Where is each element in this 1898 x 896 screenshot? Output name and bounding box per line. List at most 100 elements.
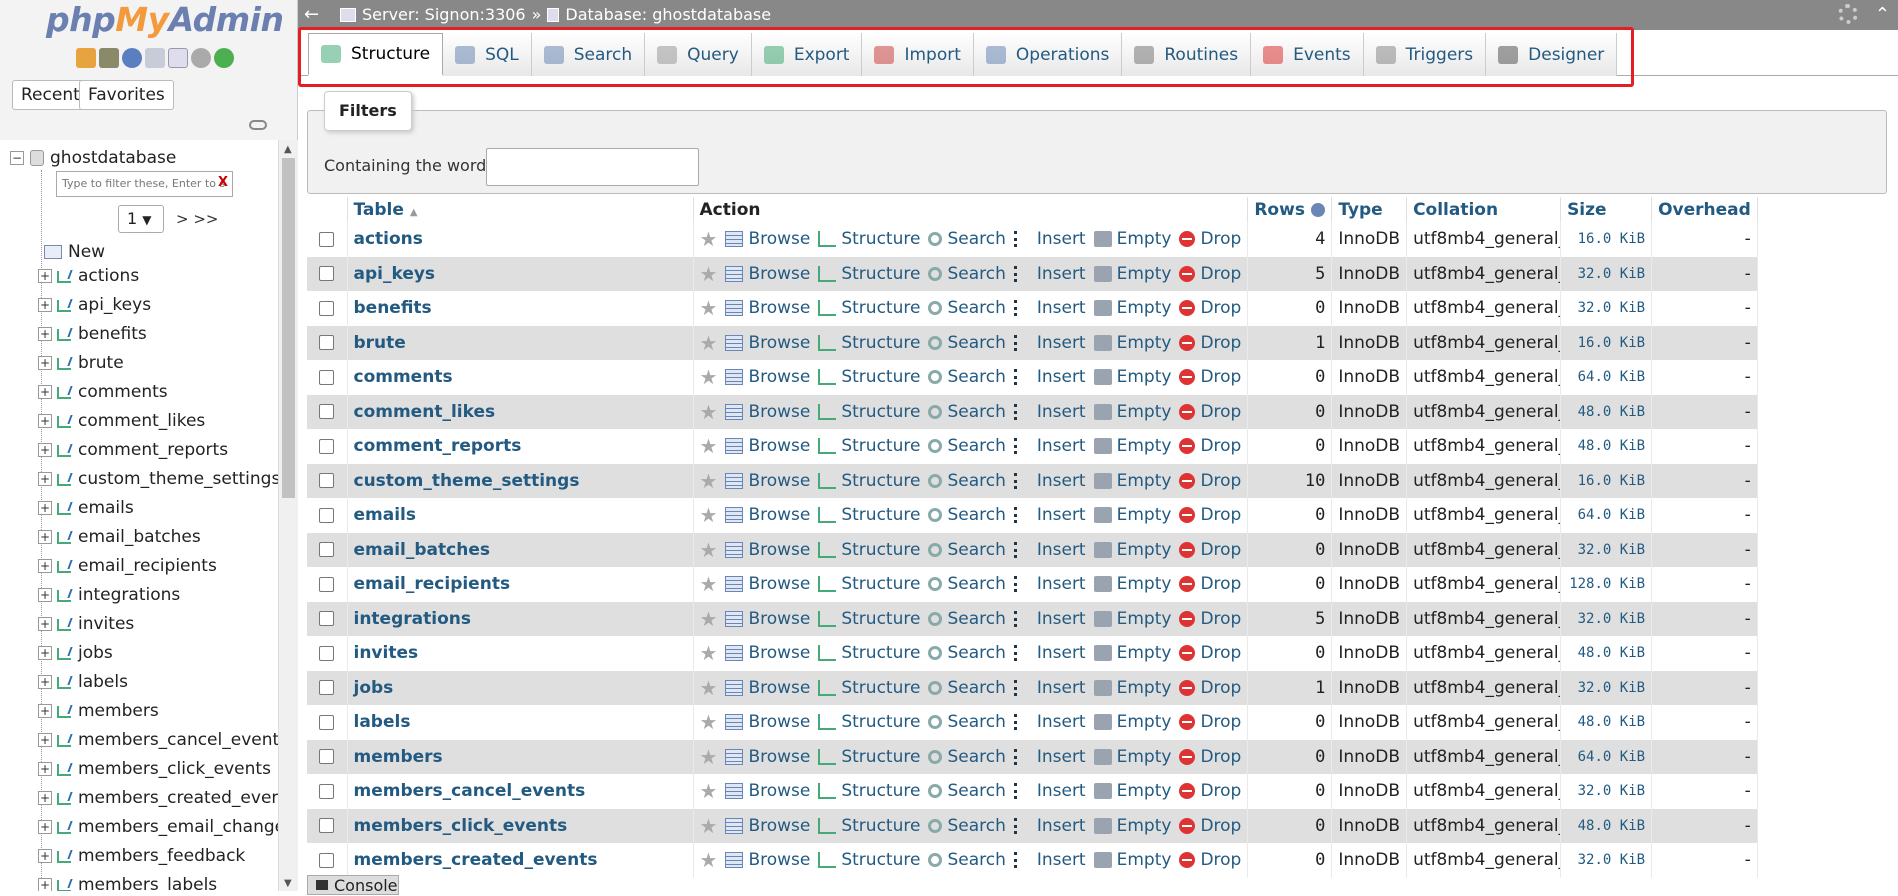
tree-table-item[interactable]: + brute: [38, 351, 124, 375]
table-name-link[interactable]: invites: [347, 636, 694, 671]
tree-table-name[interactable]: comment_reports: [78, 440, 228, 460]
tree-table-name[interactable]: api_keys: [78, 295, 151, 315]
table-row[interactable]: jobs ★ Browse Structure Search Insert Empty Dro…: [307, 670, 1758, 705]
reload-icon[interactable]: [214, 48, 234, 68]
settings-gear-icon[interactable]: [1838, 4, 1858, 24]
table-row[interactable]: brute ★ Browse Structure Search Insert Empty Dr…: [307, 325, 1758, 360]
favorite-star-icon[interactable]: ★: [700, 572, 718, 596]
action-empty-link[interactable]: Empty: [1093, 747, 1171, 767]
action-structure-link[interactable]: Structure: [818, 229, 920, 249]
action-insert-link[interactable]: Insert: [1013, 367, 1086, 387]
action-structure-link[interactable]: Structure: [818, 712, 920, 732]
action-structure-link[interactable]: Structure: [818, 643, 920, 663]
action-structure-link[interactable]: Structure: [818, 781, 920, 801]
expand-icon[interactable]: +: [38, 878, 52, 891]
tree-table-item[interactable]: + labels: [38, 670, 128, 694]
tab-routines[interactable]: Routines: [1122, 33, 1252, 76]
breadcrumb-database[interactable]: Database: ghostdatabase: [565, 0, 771, 30]
expand-icon[interactable]: +: [38, 559, 52, 573]
row-size-link[interactable]: 48.0 KiB: [1560, 429, 1653, 464]
tree-table-item[interactable]: + actions: [38, 264, 139, 288]
action-insert-link[interactable]: Insert: [1013, 229, 1086, 249]
tree-table-item[interactable]: + email_batches: [38, 525, 201, 549]
row-checkbox[interactable]: [319, 438, 335, 454]
action-structure-link[interactable]: Structure: [818, 264, 920, 284]
action-drop-link[interactable]: Drop: [1179, 298, 1241, 318]
action-empty-link[interactable]: Empty: [1093, 712, 1171, 732]
action-browse-link[interactable]: Browse: [725, 609, 810, 629]
row-size-link[interactable]: 32.0 KiB: [1560, 601, 1653, 636]
expand-icon[interactable]: +: [38, 472, 52, 486]
action-insert-link[interactable]: Insert: [1013, 747, 1086, 767]
action-drop-link[interactable]: Drop: [1179, 229, 1241, 249]
action-insert-link[interactable]: Insert: [1013, 850, 1086, 870]
tree-table-item[interactable]: + members_created_events: [38, 786, 278, 810]
row-checkbox[interactable]: [319, 300, 335, 316]
action-empty-link[interactable]: Empty: [1093, 850, 1171, 870]
collapse-icon[interactable]: −: [10, 151, 24, 165]
expand-icon[interactable]: +: [38, 356, 52, 370]
table-row[interactable]: email_recipients ★ Browse Structure Search In…: [307, 567, 1758, 602]
action-browse-link[interactable]: Browse: [725, 747, 810, 767]
table-name-link[interactable]: email_batches: [347, 532, 694, 567]
header-type[interactable]: Type: [1331, 197, 1408, 222]
action-drop-link[interactable]: Drop: [1179, 505, 1241, 525]
action-browse-link[interactable]: Browse: [725, 436, 810, 456]
favorite-star-icon[interactable]: ★: [700, 676, 718, 700]
favorite-star-icon[interactable]: ★: [700, 710, 718, 734]
tree-table-name[interactable]: emails: [78, 498, 134, 518]
tree-table-name[interactable]: labels: [78, 672, 128, 692]
breadcrumb-server[interactable]: Server: Signon:3306: [362, 0, 526, 30]
table-name-link[interactable]: comment_reports: [347, 429, 694, 464]
action-search-link[interactable]: Search: [928, 402, 1006, 422]
row-size-link[interactable]: 48.0 KiB: [1560, 705, 1653, 740]
table-row[interactable]: members_created_events ★ Browse Structure Se…: [307, 843, 1758, 878]
action-empty-link[interactable]: Empty: [1093, 540, 1171, 560]
action-search-link[interactable]: Search: [928, 781, 1006, 801]
favorite-star-icon[interactable]: ★: [700, 331, 718, 355]
action-structure-link[interactable]: Structure: [818, 574, 920, 594]
table-row[interactable]: members_cancel_events ★ Browse Structure Sea…: [307, 774, 1758, 809]
action-browse-link[interactable]: Browse: [725, 298, 810, 318]
action-empty-link[interactable]: Empty: [1093, 643, 1171, 663]
favorite-star-icon[interactable]: ★: [700, 434, 718, 458]
favorite-star-icon[interactable]: ★: [700, 296, 718, 320]
action-empty-link[interactable]: Empty: [1093, 298, 1171, 318]
table-row[interactable]: labels ★ Browse Structure Search Insert Empty D…: [307, 705, 1758, 740]
row-size-link[interactable]: 64.0 KiB: [1560, 739, 1653, 774]
favorites-button[interactable]: Favorites: [79, 80, 174, 110]
table-row[interactable]: benefits ★ Browse Structure Search Insert Empt…: [307, 291, 1758, 326]
action-structure-link[interactable]: Structure: [818, 678, 920, 698]
row-size-link[interactable]: 32.0 KiB: [1560, 291, 1653, 326]
tree-table-name[interactable]: jobs: [78, 643, 113, 663]
favorite-star-icon[interactable]: ★: [700, 538, 718, 562]
action-browse-link[interactable]: Browse: [725, 333, 810, 353]
table-row[interactable]: actions ★ Browse Structure Search Insert Empty…: [307, 222, 1758, 257]
expand-icon[interactable]: +: [38, 501, 52, 515]
favorite-star-icon[interactable]: ★: [700, 365, 718, 389]
next-page-link[interactable]: > >>: [176, 210, 218, 228]
action-structure-link[interactable]: Structure: [818, 505, 920, 525]
expand-icon[interactable]: +: [38, 588, 52, 602]
action-search-link[interactable]: Search: [928, 540, 1006, 560]
tree-table-item[interactable]: + members: [38, 699, 159, 723]
tab-operations[interactable]: Operations: [973, 33, 1123, 76]
tree-table-name[interactable]: members_email_change_e: [78, 817, 278, 837]
table-name-link[interactable]: integrations: [347, 601, 694, 636]
favorite-star-icon[interactable]: ★: [700, 503, 718, 527]
row-checkbox[interactable]: [319, 266, 335, 282]
row-size-link[interactable]: 64.0 KiB: [1560, 498, 1653, 533]
row-size-link[interactable]: 16.0 KiB: [1560, 463, 1653, 498]
action-search-link[interactable]: Search: [928, 747, 1006, 767]
header-overhead[interactable]: Overhead: [1651, 197, 1758, 222]
tree-table-item[interactable]: + jobs: [38, 641, 113, 665]
row-checkbox[interactable]: [319, 783, 335, 799]
tree-table-item[interactable]: + benefits: [38, 322, 147, 346]
row-checkbox[interactable]: [319, 852, 335, 868]
home-icon[interactable]: [76, 48, 96, 68]
action-insert-link[interactable]: Insert: [1013, 609, 1086, 629]
header-size[interactable]: Size: [1560, 197, 1653, 222]
action-structure-link[interactable]: Structure: [818, 436, 920, 456]
row-size-link[interactable]: 48.0 KiB: [1560, 394, 1653, 429]
tab-designer[interactable]: Designer: [1486, 33, 1618, 76]
